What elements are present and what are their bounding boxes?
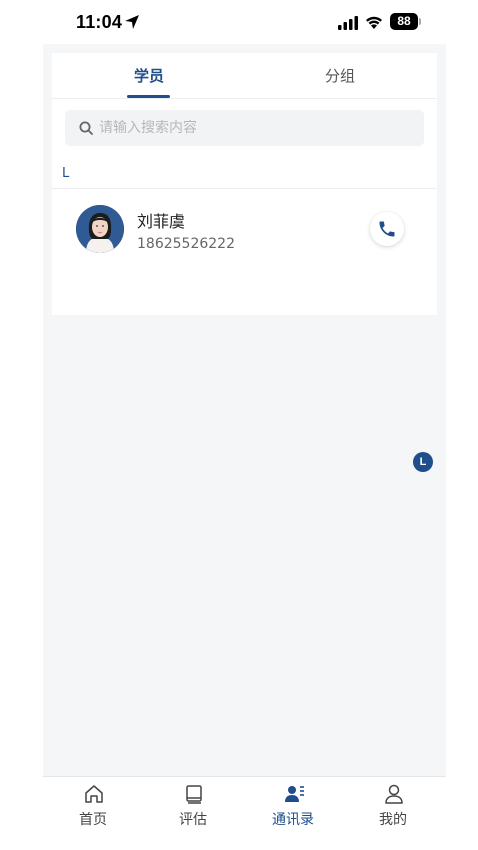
segment-tabs: 学员 分组 [52, 53, 437, 99]
contact-list-item[interactable]: 刘菲虞 18625526222 [52, 189, 437, 315]
phone-icon [379, 221, 395, 237]
cellular-signal-icon [338, 16, 358, 30]
wifi-icon [366, 16, 382, 29]
tab-students[interactable]: 学员 [99, 65, 199, 86]
avatar [76, 205, 124, 253]
home-indicator-area [43, 830, 446, 850]
contact-phone: 18625526222 [137, 236, 235, 252]
tab-groups[interactable]: 分组 [290, 65, 390, 86]
alphabet-index-letter[interactable]: L [413, 452, 433, 472]
nav-label-assessment: 评估 [179, 812, 207, 828]
contact-name: 刘菲虞 [137, 212, 186, 231]
home-icon [85, 785, 103, 803]
nav-item-home[interactable]: 首页 [43, 777, 143, 831]
search-icon [79, 121, 93, 135]
profile-icon [385, 784, 403, 804]
battery-indicator: 88 [390, 13, 418, 30]
search-bar [65, 110, 424, 146]
nav-label-profile: 我的 [379, 812, 407, 828]
nav-item-assessment[interactable]: 评估 [143, 777, 243, 831]
bottom-nav: 首页 评估 通讯录 我的 [43, 776, 446, 830]
nav-item-contacts[interactable]: 通讯录 [243, 777, 343, 831]
status-time: 11:04 [76, 12, 123, 32]
contacts-card: 学员 分组 L [52, 53, 437, 315]
avatar-portrait-icon [76, 205, 124, 253]
nav-item-profile[interactable]: 我的 [343, 777, 443, 831]
nav-label-contacts: 通讯录 [272, 812, 314, 828]
book-icon [186, 785, 202, 804]
search-input[interactable] [99, 110, 409, 146]
app-content: 学员 分组 L [43, 44, 446, 830]
contacts-icon [285, 786, 304, 802]
active-tab-indicator [127, 95, 170, 98]
nav-label-home: 首页 [79, 812, 107, 828]
section-header-letter: L [62, 166, 70, 181]
location-arrow-icon [125, 15, 139, 29]
status-bar: 11:04 88 [0, 0, 478, 44]
call-button[interactable] [370, 212, 404, 246]
battery-tip [419, 18, 421, 25]
